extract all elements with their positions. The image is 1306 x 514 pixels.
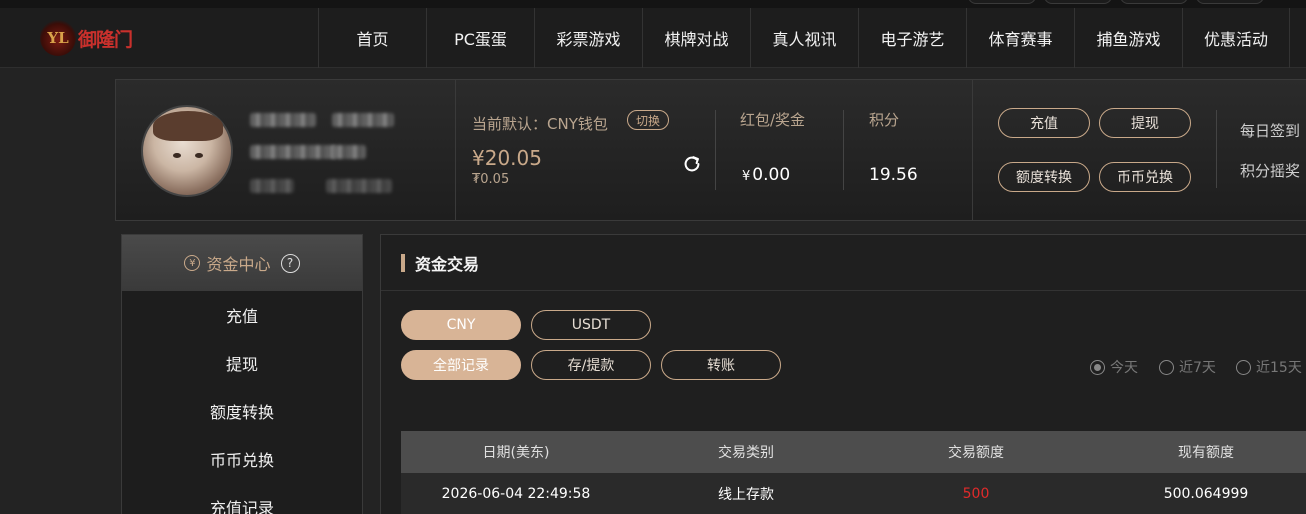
sidebar-title: 资金中心 <box>206 255 271 274</box>
top-pill[interactable] <box>968 0 1036 4</box>
currency-tab-cny[interactable]: CNY <box>401 310 521 340</box>
deposit-button[interactable]: 充值 <box>998 108 1090 138</box>
filter-7days[interactable]: 近7天 <box>1159 357 1216 377</box>
help-icon[interactable]: ? <box>280 253 300 273</box>
sidebar-item-deposit-records[interactable]: 充值记录 <box>122 483 362 514</box>
currency-symbol: ¥ <box>742 169 751 184</box>
user-info-panel: 当前默认：CNY钱包 切换 ¥20.05 ₮0.05 红包/奖金 ¥0.00 积… <box>115 79 1306 221</box>
blurred-username <box>332 113 394 127</box>
top-pill[interactable] <box>1196 0 1264 4</box>
refresh-icon[interactable] <box>681 153 703 175</box>
yen-coin-icon: ¥ <box>184 255 201 271</box>
blurred-account <box>332 145 366 159</box>
nav-item-promotions[interactable]: 优惠活动 <box>1182 8 1290 68</box>
transfer-button[interactable]: 额度转换 <box>998 162 1090 192</box>
column-header-type: 交易类别 <box>718 445 774 461</box>
avatar-eye <box>173 153 181 158</box>
redpacket-amount: 0.00 <box>752 165 791 185</box>
avatar-hair <box>153 111 223 141</box>
daily-checkin-link[interactable]: 每日签到 <box>1240 120 1300 141</box>
action-divider <box>1216 110 1217 188</box>
stat-divider <box>843 110 844 190</box>
column-header-balance: 现有额度 <box>1178 445 1234 461</box>
title-accent-bar <box>401 253 405 272</box>
nav-item-home[interactable]: 首页 <box>318 8 426 68</box>
nav-items: 首页 PC蛋蛋 彩票游戏 棋牌对战 真人视讯 电子游艺 体育赛事 捕鱼游戏 优惠… <box>318 8 1290 68</box>
redpacket-label: 红包/奖金 <box>740 111 806 129</box>
table-row: 2026-06-04 22:49:58 线上存款 500 500.064999 <box>401 473 1306 514</box>
content-header: 资金交易 <box>381 235 1306 291</box>
points-label: 积分 <box>869 111 900 129</box>
logo-mark: YL <box>40 20 76 56</box>
blurred-account <box>250 145 336 159</box>
wallet-balance-usdt: ₮0.05 <box>472 172 510 187</box>
column-header-date: 日期(美东) <box>482 445 550 461</box>
top-pill[interactable] <box>1120 0 1188 4</box>
cell-type: 线上存款 <box>718 487 774 503</box>
nav-item-pc-egg[interactable]: PC蛋蛋 <box>426 8 534 68</box>
sidebar-item-deposit[interactable]: 充值 <box>122 291 362 339</box>
avatar[interactable] <box>141 105 233 197</box>
filter-15days[interactable]: 近15天 <box>1236 357 1302 377</box>
record-tab-deposit-withdraw[interactable]: 存/提款 <box>531 350 651 380</box>
column-header-amount: 交易额度 <box>948 445 1004 461</box>
filter-today[interactable]: 今天 <box>1090 357 1138 377</box>
record-tab-all[interactable]: 全部记录 <box>401 350 521 380</box>
nav-item-sports[interactable]: 体育赛事 <box>966 8 1074 68</box>
top-strip <box>0 0 1306 8</box>
fund-transactions-panel: 资金交易 CNY USDT 全部记录 存/提款 转账 今天 近7天 近15天 日… <box>380 234 1306 514</box>
cell-balance: 500.064999 <box>1163 486 1249 502</box>
radio-dot <box>1159 359 1174 375</box>
cell-date: 2026-06-04 22:49:58 <box>441 486 591 502</box>
blurred-username <box>250 113 316 127</box>
record-tab-transfer[interactable]: 转账 <box>661 350 781 380</box>
sidebar-header: ¥ 资金中心 ? <box>122 235 362 291</box>
filter-label: 近7天 <box>1179 360 1216 376</box>
stat-divider <box>715 110 716 190</box>
blurred-info <box>250 179 294 193</box>
withdraw-button[interactable]: 提现 <box>1099 108 1191 138</box>
exchange-button[interactable]: 币币兑换 <box>1099 162 1191 192</box>
panel-divider <box>455 80 456 220</box>
table-header: 日期(美东) 交易类别 交易额度 现有额度 <box>401 431 1306 473</box>
main-nav: YL 御隆门 首页 PC蛋蛋 彩票游戏 棋牌对战 真人视讯 电子游艺 体育赛事 … <box>0 8 1306 68</box>
blurred-info <box>326 179 392 193</box>
cell-amount: 500 <box>962 486 990 502</box>
logo-text: 御隆门 <box>78 28 133 51</box>
transactions-table: 日期(美东) 交易类别 交易额度 现有额度 2026-06-04 22:49:5… <box>401 431 1306 514</box>
panel-divider <box>972 80 973 220</box>
top-pill[interactable] <box>1044 0 1112 4</box>
points-lottery-link[interactable]: 积分摇奖 <box>1240 160 1300 181</box>
nav-item-fishing[interactable]: 捕鱼游戏 <box>1074 8 1182 68</box>
points-value: 19.56 <box>869 165 918 185</box>
default-wallet-label: 当前默认：CNY钱包 <box>472 115 608 133</box>
site-logo[interactable]: YL 御隆门 <box>40 20 140 56</box>
filter-label: 今天 <box>1110 360 1138 376</box>
sidebar-item-exchange[interactable]: 币币兑换 <box>122 435 362 483</box>
nav-item-live[interactable]: 真人视讯 <box>750 8 858 68</box>
page-title: 资金交易 <box>415 254 480 274</box>
currency-tab-usdt[interactable]: USDT <box>531 310 651 340</box>
filter-label: 近15天 <box>1256 360 1302 376</box>
sidebar-item-withdraw[interactable]: 提现 <box>122 339 362 387</box>
switch-wallet-button[interactable]: 切换 <box>627 110 669 130</box>
radio-dot <box>1090 359 1105 375</box>
nav-item-slots[interactable]: 电子游艺 <box>858 8 966 68</box>
nav-item-lottery[interactable]: 彩票游戏 <box>534 8 642 68</box>
avatar-eye <box>195 153 203 158</box>
wallet-balance: ¥20.05 <box>472 146 542 170</box>
sidebar-item-transfer[interactable]: 额度转换 <box>122 387 362 435</box>
radio-dot <box>1236 359 1251 375</box>
nav-item-chess[interactable]: 棋牌对战 <box>642 8 750 68</box>
redpacket-value: ¥0.00 <box>742 165 790 185</box>
fund-center-sidebar: ¥ 资金中心 ? 充值 提现 额度转换 币币兑换 充值记录 <box>121 234 363 514</box>
